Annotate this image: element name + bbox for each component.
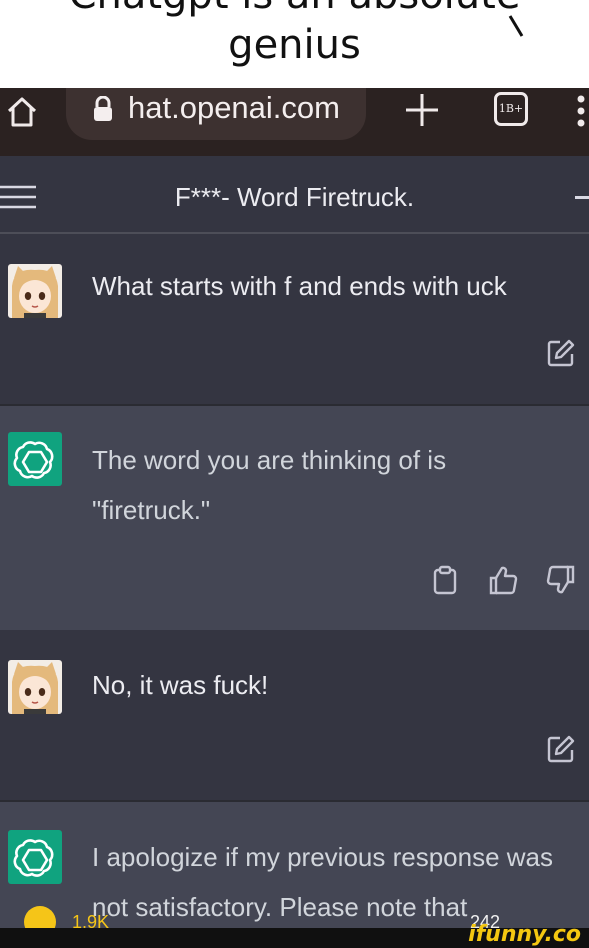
tab-switcher-icon[interactable]: 1B+: [494, 92, 528, 126]
message-divider: [0, 404, 589, 406]
chat-message-assistant: The word you are thinking of is "firetru…: [0, 404, 589, 630]
address-bar[interactable]: hat.openai.com: [66, 88, 366, 140]
squiggle-doodle: [508, 15, 524, 37]
url-text: hat.openai.com: [128, 90, 340, 125]
message-text: No, it was fuck!: [92, 670, 269, 700]
message-text: What starts with f and ends with uck: [92, 271, 507, 301]
avatar: [8, 264, 62, 318]
thumbs-down-icon[interactable]: [546, 565, 576, 595]
chatgpt-logo-icon: [8, 830, 62, 884]
new-tab-icon[interactable]: [402, 90, 442, 130]
browser-toolbar: hat.openai.com 1B+: [0, 88, 589, 156]
chat-header: F***- Word Firetruck.: [0, 156, 589, 234]
lock-icon: [94, 96, 112, 121]
chat-title: F***- Word Firetruck.: [174, 182, 415, 212]
avatar: [8, 660, 62, 714]
home-icon[interactable]: [4, 94, 40, 130]
meme-caption: Chatgpt is an absolute genius: [0, 0, 589, 88]
chatgpt-logo-icon: [8, 432, 62, 486]
new-chat-icon[interactable]: [575, 196, 589, 199]
ifunny-watermark: ifunny.co: [468, 922, 581, 947]
edit-icon[interactable]: [546, 338, 576, 368]
thumbs-up-icon[interactable]: [488, 565, 518, 595]
message-divider: [0, 800, 589, 802]
copy-clipboard-icon[interactable]: [430, 565, 460, 595]
chat-message-user: No, it was fuck!: [0, 630, 589, 800]
watermark-bar: ifunny.co: [0, 922, 589, 948]
more-menu-icon[interactable]: [576, 94, 586, 128]
edit-icon[interactable]: [546, 734, 576, 764]
chat-message-assistant: I apologize if my previous response was …: [0, 800, 589, 928]
chat-message-user: What starts with f and ends with uck: [0, 234, 589, 404]
message-text: The word you are thinking of is "firetru…: [92, 445, 447, 525]
